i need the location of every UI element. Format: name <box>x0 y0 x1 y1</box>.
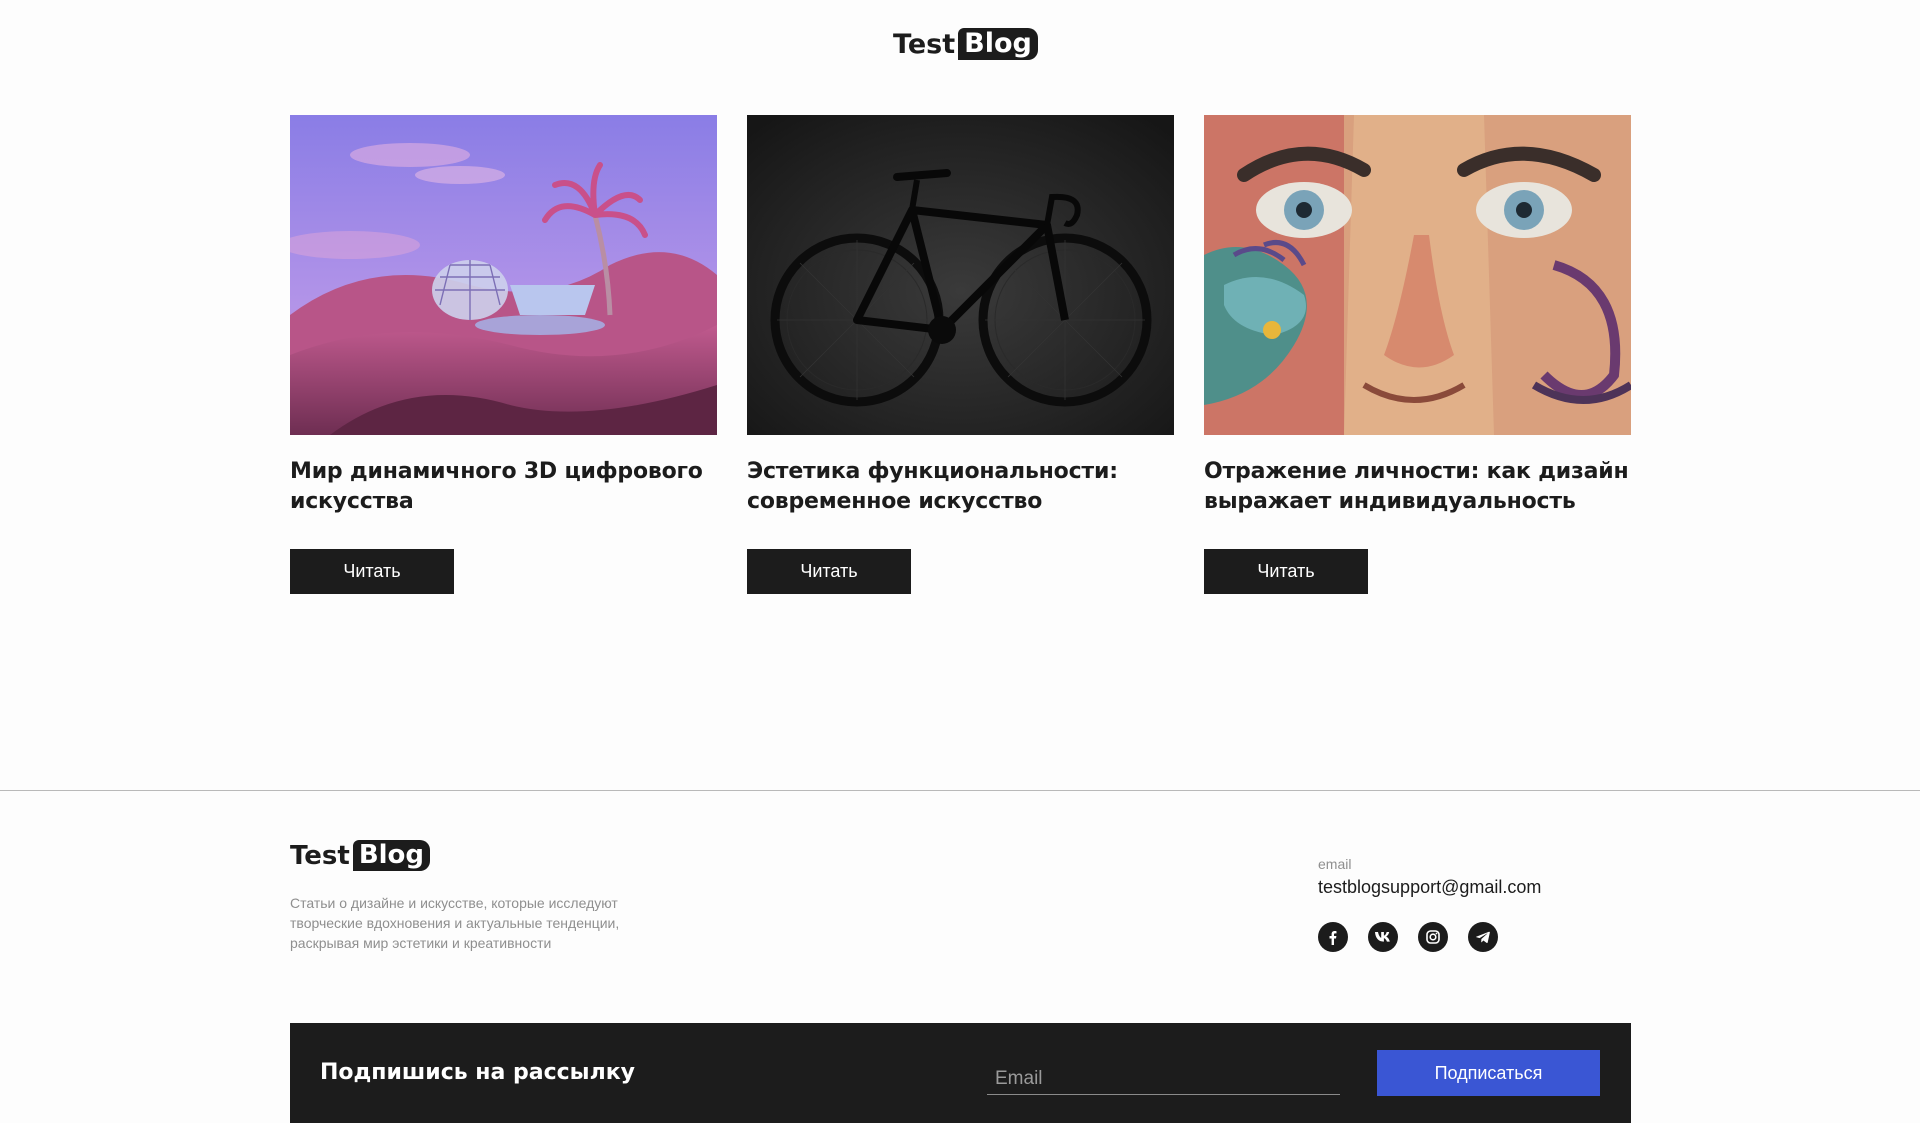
read-button[interactable]: Читать <box>1204 549 1368 594</box>
bicycle-image[interactable] <box>747 115 1174 435</box>
article-card: Мир динамичного 3D цифрового искусства Ч… <box>290 115 717 594</box>
footer-divider <box>0 790 1920 791</box>
footer-description: Статьи о дизайне и искусстве, которые ис… <box>290 895 620 951</box>
instagram-icon[interactable] <box>1418 922 1448 952</box>
graffiti-face-image[interactable] <box>1204 115 1631 435</box>
logo-text-blog: Blog <box>352 840 431 871</box>
article-list: Мир динамичного 3D цифрового искусства Ч… <box>290 115 1631 594</box>
3d-landscape-image[interactable] <box>290 115 717 435</box>
newsletter-section: Подпишись на рассылку Подписаться <box>290 1023 1631 1123</box>
read-button[interactable]: Читать <box>290 549 454 594</box>
article-card: Отражение личности: как дизайн выражает … <box>1204 115 1631 594</box>
newsletter-email-input[interactable] <box>987 1063 1340 1095</box>
social-links <box>1318 922 1498 952</box>
vk-icon[interactable] <box>1368 922 1398 952</box>
subscribe-button[interactable]: Подписаться <box>1377 1050 1600 1096</box>
logo-text-test: Test <box>290 840 350 871</box>
article-title[interactable]: Отражение личности: как дизайн выражает … <box>1204 457 1631 517</box>
contact-label: email <box>1318 856 1352 872</box>
contact-email-link[interactable]: testblogsupport@gmail.com <box>1318 877 1541 898</box>
telegram-icon[interactable] <box>1468 922 1498 952</box>
facebook-icon[interactable] <box>1318 922 1348 952</box>
read-button[interactable]: Читать <box>747 549 911 594</box>
logo-text-blog: Blog <box>958 28 1038 60</box>
logo-text-test: Test <box>893 28 956 60</box>
site-logo[interactable]: Test Blog <box>893 28 1038 60</box>
footer-logo[interactable]: Test Blog <box>290 840 431 871</box>
article-card: Эстетика функциональности: современное и… <box>747 115 1174 594</box>
article-title[interactable]: Эстетика функциональности: современное и… <box>747 457 1174 517</box>
newsletter-title: Подпишись на рассылку <box>320 1060 635 1085</box>
article-title[interactable]: Мир динамичного 3D цифрового искусства <box>290 457 717 517</box>
